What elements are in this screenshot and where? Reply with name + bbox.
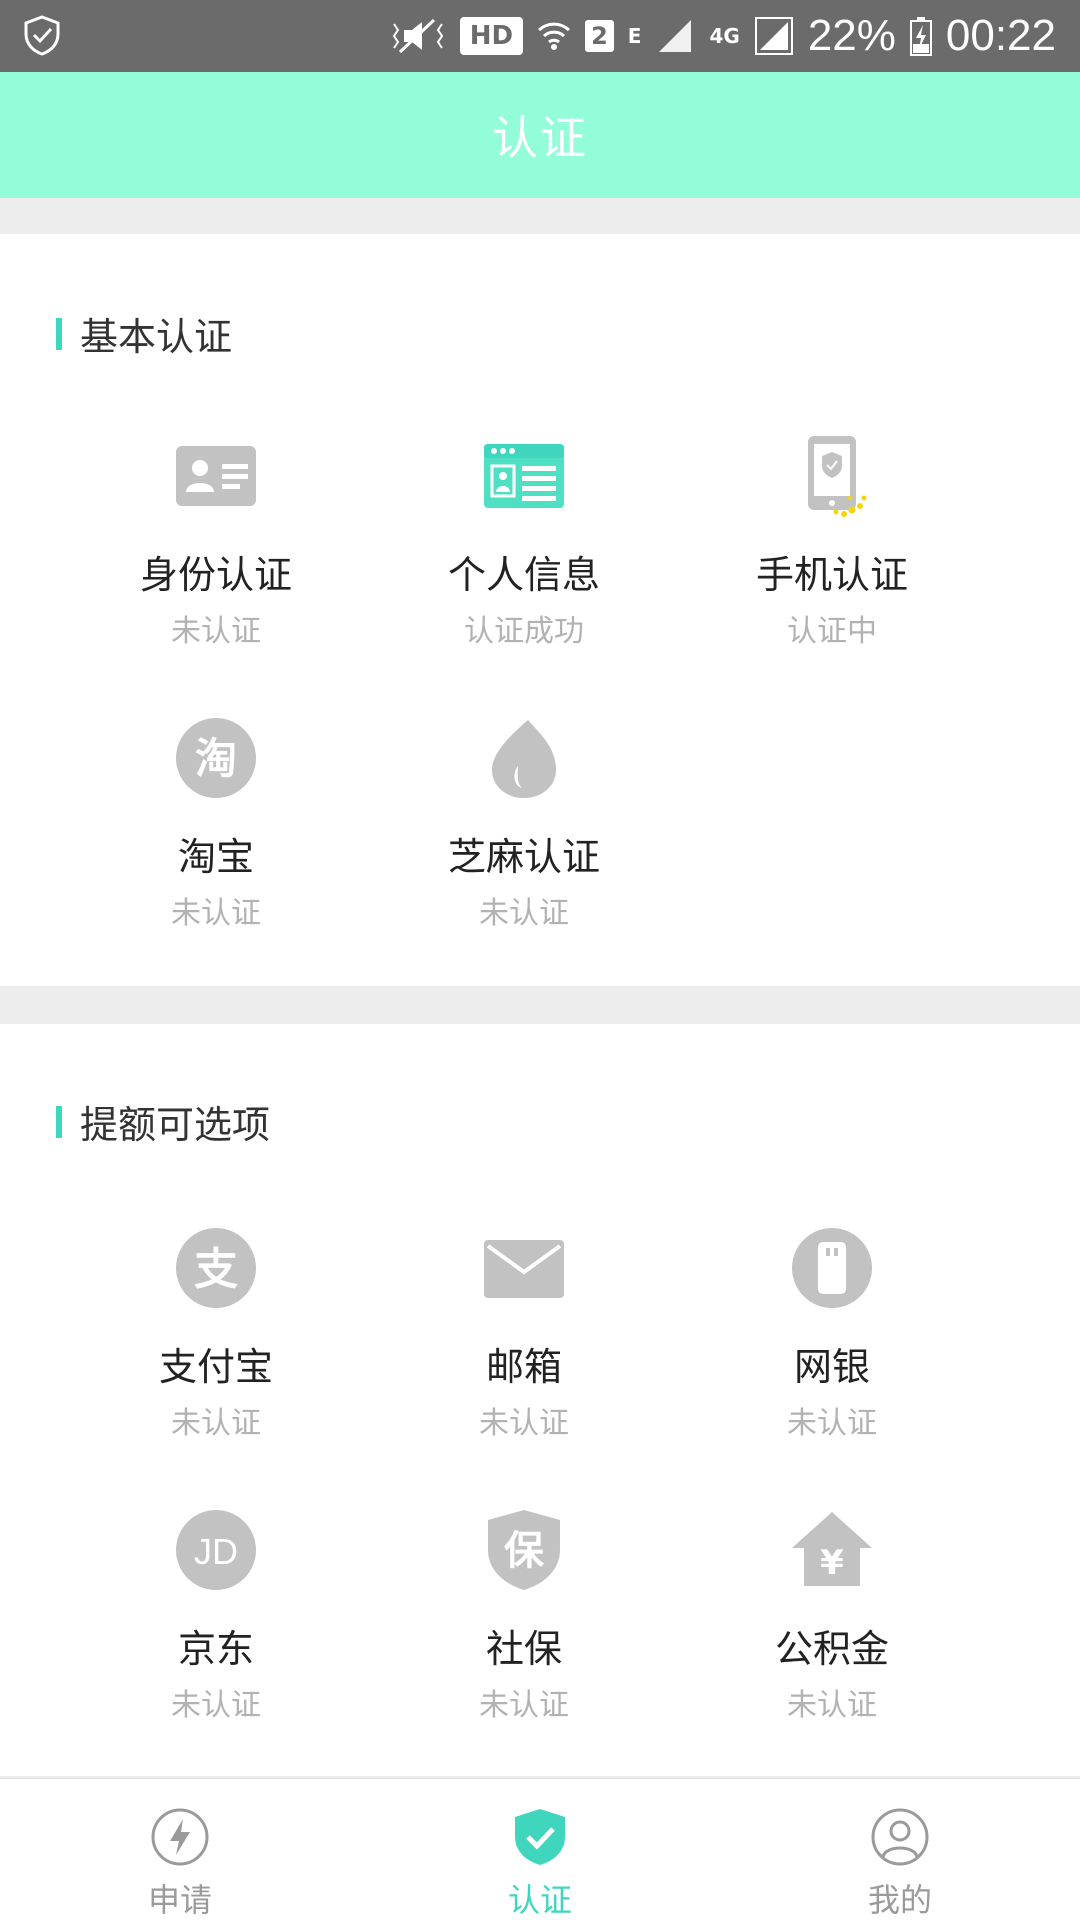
network-type-4g: 4G	[709, 24, 740, 48]
tile-status: 认证中	[787, 614, 877, 649]
section-accent-bar	[56, 1105, 62, 1138]
status-bar: HD 2 E 4G 22% 00:22	[0, 0, 1080, 72]
id-card-icon	[174, 434, 258, 518]
nav-mine[interactable]: 我的	[800, 1779, 1000, 1921]
shield-check-icon	[22, 14, 62, 56]
tile-status: 未认证	[171, 1406, 261, 1441]
hd-badge: HD	[459, 17, 524, 55]
tile-taobao[interactable]: 淘 淘宝 未认证	[62, 716, 370, 946]
tile-label: 手机认证	[755, 553, 908, 597]
battery-charging-icon	[909, 16, 932, 56]
tile-zhima[interactable]: 芝麻认证 未认证	[370, 716, 678, 946]
mute-vibrate-icon	[390, 16, 446, 56]
tile-label: 个人信息	[447, 553, 600, 597]
nav-label: 认证	[507, 1881, 572, 1919]
tile-status: 未认证	[171, 614, 261, 649]
tile-label: 京东	[177, 1627, 254, 1671]
tile-label: 公积金	[774, 1627, 889, 1671]
tile-label: 芝麻认证	[447, 835, 600, 879]
tile-label: 社保	[485, 1627, 562, 1671]
tile-jd[interactable]: JD 京东 未认证	[62, 1508, 370, 1738]
tile-mail[interactable]: 邮箱 未认证	[370, 1226, 678, 1456]
tile-label: 邮箱	[485, 1345, 562, 1389]
section-accent-bar	[56, 317, 62, 350]
zhima-icon	[482, 716, 566, 800]
tile-id-auth[interactable]: 身份认证 未认证	[62, 434, 370, 664]
network-type-e: E	[627, 24, 642, 48]
taobao-icon: 淘	[174, 716, 258, 800]
tile-personal-info[interactable]: 个人信息 认证成功	[370, 434, 678, 664]
tile-status: 未认证	[479, 896, 569, 931]
signal-icon	[655, 16, 695, 56]
page-header: 认证	[0, 72, 1080, 198]
tile-social-security[interactable]: 保 社保 未认证	[370, 1508, 678, 1738]
tile-status: 认证成功	[464, 614, 584, 649]
section-header: 提额可选项	[56, 1094, 270, 1149]
tile-status: 未认证	[171, 1688, 261, 1723]
tile-status: 未认证	[787, 1406, 877, 1441]
social-security-icon: 保	[482, 1508, 566, 1592]
svg-text:保: 保	[504, 1528, 545, 1574]
tile-status: 未认证	[479, 1406, 569, 1441]
nav-label: 申请	[147, 1881, 212, 1919]
sim-slot-badge: 2	[585, 20, 614, 52]
basic-auth-section: 基本认证 身份认证 未认证 个人信息 认证成功 手机认证 认证中 淘 淘宝 未认…	[0, 234, 1080, 986]
tile-label: 网银	[793, 1345, 870, 1389]
section-title: 提额可选项	[80, 1103, 271, 1147]
nav-auth[interactable]: 认证	[440, 1779, 640, 1921]
phone-shield-icon	[790, 434, 874, 518]
personal-info-icon	[482, 434, 566, 518]
housing-fund-icon: ¥	[790, 1508, 874, 1592]
nav-label: 我的	[867, 1881, 932, 1919]
svg-text:支: 支	[194, 1244, 238, 1295]
tile-label: 身份认证	[139, 553, 292, 597]
shield-check-icon	[510, 1807, 570, 1867]
svg-text:淘: 淘	[195, 734, 237, 783]
page-title: 认证	[492, 111, 588, 165]
svg-text:JD: JD	[194, 1531, 238, 1572]
lightning-icon	[150, 1807, 210, 1867]
tile-label: 支付宝	[158, 1345, 273, 1389]
battery-percent: 22%	[807, 11, 896, 60]
tile-status: 未认证	[787, 1688, 877, 1723]
section-title: 基本认证	[80, 315, 233, 359]
clock: 00:22	[945, 11, 1056, 60]
tile-alipay[interactable]: 支 支付宝 未认证	[62, 1226, 370, 1456]
tile-status: 未认证	[171, 896, 261, 931]
mail-icon	[482, 1226, 566, 1310]
tile-status: 未认证	[479, 1688, 569, 1723]
bank-card-icon	[790, 1226, 874, 1310]
svg-text:¥: ¥	[820, 1543, 844, 1583]
alipay-icon: 支	[174, 1226, 258, 1310]
tile-housing-fund[interactable]: ¥ 公积金 未认证	[678, 1508, 986, 1738]
bottom-nav: 申请 认证 我的	[0, 1778, 1080, 1921]
user-icon	[870, 1807, 930, 1867]
wifi-icon	[537, 16, 571, 56]
tile-label: 淘宝	[177, 835, 254, 879]
tile-phone-auth[interactable]: 手机认证 认证中	[678, 434, 986, 664]
section-header: 基本认证	[56, 306, 232, 361]
jd-icon: JD	[174, 1508, 258, 1592]
optional-auth-section: 提额可选项 支 支付宝 未认证 邮箱 未认证 网银 未认证 JD 京东 未认证 …	[0, 1024, 1080, 1776]
signal-icon-2	[754, 16, 794, 56]
nav-apply[interactable]: 申请	[80, 1779, 280, 1921]
tile-netbank[interactable]: 网银 未认证	[678, 1226, 986, 1456]
